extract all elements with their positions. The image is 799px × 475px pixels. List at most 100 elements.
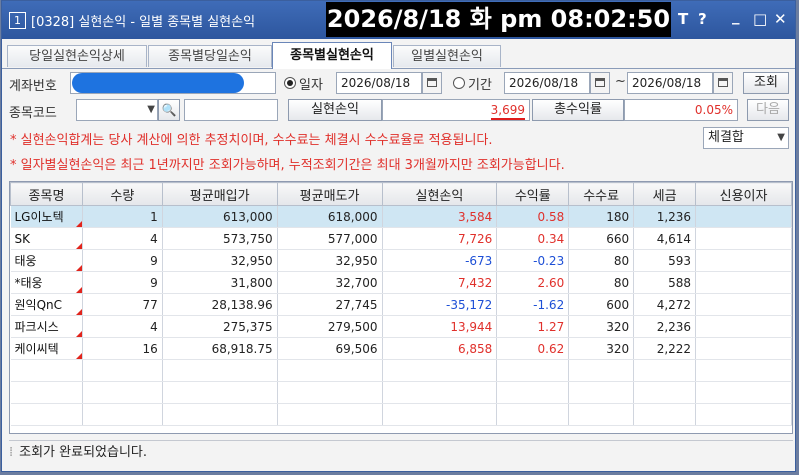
table-row[interactable]: LG이노텍 1 613,000 618,000 3,584 0.58 180 1,236	[10, 205, 792, 228]
table-row[interactable]: 원익QnC 77 28,138.96 27,745 -35,172 -1.62 600 4,2…	[10, 293, 792, 316]
cell-text: 9	[150, 275, 158, 290]
font-size-button[interactable]: T	[678, 10, 688, 28]
table-row[interactable]: 케이씨텍 16 68,918.75 69,506 6,858 0.62 320 2,222	[10, 337, 792, 360]
date-radio[interactable]	[284, 77, 296, 89]
cell-text: 태웅	[14, 254, 37, 268]
cell-sell: 27,745	[277, 293, 383, 316]
cell-rate: -1.62	[496, 293, 570, 316]
cell-text: 원익QnC	[14, 298, 63, 312]
cell-pnl: 7,432	[382, 271, 498, 294]
tab-stock-realized[interactable]: 종목별실현손익	[272, 42, 392, 69]
cell-buy: 31,800	[162, 271, 278, 294]
table-row[interactable]: SK 4 573,750 577,000 7,726 0.34 660 4,614	[10, 227, 792, 250]
cell-text: 2.60	[537, 275, 565, 290]
window-title: [0328] 실현손익 - 일별 종목별 실현손익	[31, 15, 256, 30]
cell-buy: 68,918.75	[162, 337, 278, 360]
date-input[interactable]: 2026/08/18	[336, 72, 422, 94]
cell-text: 320	[606, 319, 630, 334]
tab-bar: 당일실현손익상세 종목별당일손익 종목별실현손익 일별실현손익	[2, 42, 795, 69]
cell-text: 613,000	[223, 209, 273, 224]
period-radio[interactable]	[453, 77, 465, 89]
status-bar: ⁞ 조회가 완료되었습니다.	[9, 440, 793, 465]
cell-text: 6,858	[457, 341, 493, 356]
table-row[interactable]: 파크시스 4 275,375 279,500 13,944 1.27 320 2,236	[10, 315, 792, 338]
cell-rate: 0.34	[496, 227, 570, 250]
cell-text: 31,800	[230, 275, 273, 290]
cell-text: 4	[150, 231, 158, 246]
date-calendar-button[interactable]	[422, 72, 442, 94]
cell-text: -673	[465, 253, 493, 268]
header-qty[interactable]: 수량	[81, 182, 163, 206]
empty-cell	[568, 403, 635, 426]
code-input[interactable]: ▼	[76, 99, 158, 121]
cell-text: 0.58	[537, 209, 565, 224]
next-button[interactable]: 다음	[747, 99, 789, 121]
cell-credit	[695, 293, 792, 316]
total-rate-label: 총수익률	[532, 99, 624, 121]
empty-cell	[633, 381, 697, 404]
cell-pnl: 7,726	[382, 227, 498, 250]
search-button[interactable]: 조회	[743, 72, 789, 94]
header-avg-sell[interactable]: 평균매도가	[276, 182, 383, 206]
combine-select-value: 체결합	[708, 130, 744, 145]
cell-credit	[695, 249, 792, 272]
cell-pnl: -35,172	[382, 293, 498, 316]
header-credit-interest[interactable]: 신용이자	[695, 182, 792, 206]
help-button[interactable]: ?	[698, 10, 707, 28]
cell-sell: 32,700	[277, 271, 383, 294]
close-button[interactable]: ✕	[774, 10, 787, 28]
cell-text: 1.27	[537, 319, 565, 334]
code-search-button[interactable]: 🔍	[158, 99, 180, 121]
period-from-input[interactable]: 2026/08/18	[504, 72, 590, 94]
cell-name: LG이노텍	[10, 205, 83, 228]
empty-cell	[695, 403, 792, 426]
empty-cell	[82, 381, 163, 404]
cell-text: 7,726	[457, 231, 493, 246]
cell-text: 13,944	[450, 319, 493, 334]
table-row[interactable]: *태웅 9 31,800 32,700 7,432 2.60 80 588	[10, 271, 792, 294]
cell-text: 32,700	[335, 275, 378, 290]
cell-text: 9	[150, 253, 158, 268]
period-from-calendar-button[interactable]	[590, 72, 610, 94]
header-pnl[interactable]: 실현손익	[381, 182, 498, 206]
period-to-calendar-button[interactable]	[713, 72, 733, 94]
cell-credit	[695, 205, 792, 228]
flag-marker	[75, 221, 82, 227]
cell-buy: 573,750	[162, 227, 278, 250]
empty-cell	[162, 403, 278, 426]
empty-cell	[382, 403, 498, 426]
chevron-down-icon[interactable]: ▼	[147, 100, 155, 120]
combine-select[interactable]: 체결합 ▼	[703, 127, 789, 149]
cell-text: -0.23	[533, 253, 565, 268]
empty-cell	[382, 359, 498, 382]
empty-cell	[277, 359, 383, 382]
maximize-button[interactable]: □	[753, 10, 767, 28]
header-rate[interactable]: 수익률	[496, 182, 570, 206]
header-tax[interactable]: 세금	[633, 182, 697, 206]
tab-daily-detail[interactable]: 당일실현손익상세	[7, 45, 147, 67]
cell-text: 32,950	[335, 253, 378, 268]
header-avg-buy[interactable]: 평균매입가	[161, 182, 278, 206]
cell-qty: 77	[82, 293, 163, 316]
tab-daily-realized[interactable]: 일별실현손익	[393, 45, 501, 67]
cell-text: 4,272	[656, 297, 692, 312]
cell-text: 1	[150, 209, 158, 224]
cell-tax: 593	[633, 249, 697, 272]
cell-pnl: 6,858	[382, 337, 498, 360]
header-stock-name[interactable]: 종목명	[10, 182, 83, 206]
chevron-down-icon[interactable]: ▼	[777, 128, 785, 148]
table-row[interactable]: 태웅 9 32,950 32,950 -673 -0.23 80 593	[10, 249, 792, 272]
empty-cell	[695, 359, 792, 382]
cell-text: 68,918.75	[211, 341, 273, 356]
pnl-grid: 종목명 수량 평균매입가 평균매도가 실현손익 수익률 수수료 세금 신용이자 LG이노텍 1 61…	[10, 182, 792, 426]
title-bar[interactable]: 1 [0328] 실현손익 - 일별 종목별 실현손익 2026/8/18 화 …	[2, 1, 795, 39]
minimize-button[interactable]: _	[732, 7, 740, 25]
cell-fee: 80	[568, 249, 635, 272]
period-radio-label: 기간	[468, 78, 492, 93]
cell-text: 2,236	[656, 319, 692, 334]
cell-text: 660	[606, 231, 630, 246]
cell-text: 80	[613, 253, 630, 268]
period-to-input[interactable]: 2026/08/18	[627, 72, 713, 94]
tab-stock-daily[interactable]: 종목별당일손익	[148, 45, 272, 67]
header-fee[interactable]: 수수료	[568, 182, 635, 206]
